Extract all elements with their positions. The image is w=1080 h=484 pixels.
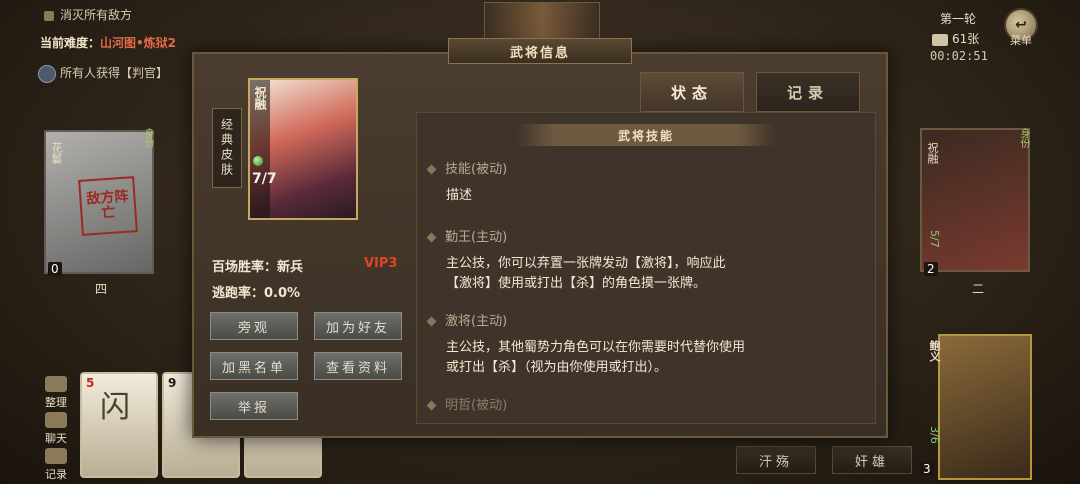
- deck-count: 61张: [932, 30, 979, 47]
- add-friend-button[interactable]: 加为好友: [314, 312, 402, 340]
- diamond-icon: [426, 232, 437, 243]
- spectate-button[interactable]: 旁观: [210, 312, 298, 340]
- seat-right-hp: 2: [924, 262, 938, 276]
- skill-title: 勤王(主动): [426, 226, 507, 245]
- log-button[interactable]: 记录: [42, 448, 70, 482]
- diamond-icon: [426, 164, 437, 175]
- tab-status[interactable]: 状态: [640, 72, 744, 112]
- deck-icon: [932, 33, 948, 46]
- skills-header: 武将技能: [516, 124, 776, 146]
- skill-title: 明哲(被动): [426, 394, 507, 413]
- skill-title: 激将(主动): [426, 310, 507, 329]
- seat-left-name: 花鬘: [50, 142, 63, 164]
- objective-text: 消灭所有敌方: [44, 6, 132, 23]
- log-icon: [45, 448, 67, 464]
- hand-card[interactable]: 5 闪: [80, 372, 158, 478]
- game-timer: 00:02:51: [930, 49, 988, 63]
- hp-gem-icon: [253, 156, 263, 166]
- skill-desc: 主公技，你可以弃置一张牌发动【激将】，响应此 【激将】使用或打出【杀】的角色摸一张…: [446, 256, 726, 291]
- blacklist-button[interactable]: 加黑名单: [210, 352, 298, 380]
- escape-rate: 逃跑率：0.0%: [212, 286, 301, 301]
- view-profile-button[interactable]: 查看资料: [314, 352, 402, 380]
- report-button[interactable]: 举报: [210, 392, 298, 420]
- reward-info: 所有人获得【判官】: [38, 64, 168, 83]
- self-hp-ratio: 3/6: [928, 426, 941, 444]
- hero-name: 祝融: [253, 86, 267, 110]
- self-hp: 3: [920, 462, 934, 476]
- menu-label: 菜单: [1010, 34, 1032, 47]
- skill-button-jianxiong[interactable]: 奸雄: [832, 446, 912, 474]
- sort-button[interactable]: 整理: [42, 376, 70, 410]
- seat-right-hp-ratio: 5/7: [928, 230, 941, 248]
- win-rate: 百场胜率：新兵: [212, 260, 304, 275]
- seat-right-number: 二: [972, 282, 985, 296]
- self-hero-name: 鲍义: [928, 340, 941, 362]
- diamond-icon: [426, 316, 437, 327]
- dead-stamp: 敌方阵亡: [78, 176, 138, 236]
- sort-icon: [45, 376, 67, 392]
- skill-desc: 主公技，其他蜀势力角色可以在你需要时代替你使用 或打出【杀】（视为由你使用或打出）…: [446, 340, 746, 375]
- dialog-title: 武将信息: [448, 38, 632, 64]
- skin-tag[interactable]: 经典皮肤: [212, 108, 242, 188]
- seat-right-name: 祝融: [926, 142, 939, 164]
- skill-button-hanshang[interactable]: 汗殇: [736, 446, 816, 474]
- reward-badge-icon: [38, 64, 56, 83]
- seat-left-number: 四: [95, 282, 108, 296]
- vip-badge: VIP3: [364, 256, 398, 271]
- seat-right-role: 身份: [1018, 128, 1029, 148]
- card-rank: 9: [168, 376, 177, 390]
- seat-left-hp: 0: [48, 262, 62, 276]
- top-player-avatar[interactable]: [484, 2, 600, 42]
- objective-icon: [44, 10, 54, 21]
- seat-left-role: 身份: [142, 128, 153, 148]
- skill-title: 技能(被动): [426, 158, 507, 177]
- skill-desc: 描述: [446, 188, 473, 203]
- self-hero-card[interactable]: [938, 334, 1032, 480]
- card-rank: 5: [86, 376, 95, 390]
- hero-hp: 7/7: [252, 171, 277, 187]
- difficulty-info: 当前难度：山河图•炼狱2: [40, 36, 177, 50]
- chat-button[interactable]: 聊天: [42, 412, 70, 446]
- round-indicator: 第一轮: [940, 12, 977, 26]
- card-name: 闪: [100, 390, 130, 425]
- tab-record[interactable]: 记录: [756, 72, 860, 112]
- diamond-icon: [426, 400, 437, 411]
- chat-icon: [45, 412, 67, 428]
